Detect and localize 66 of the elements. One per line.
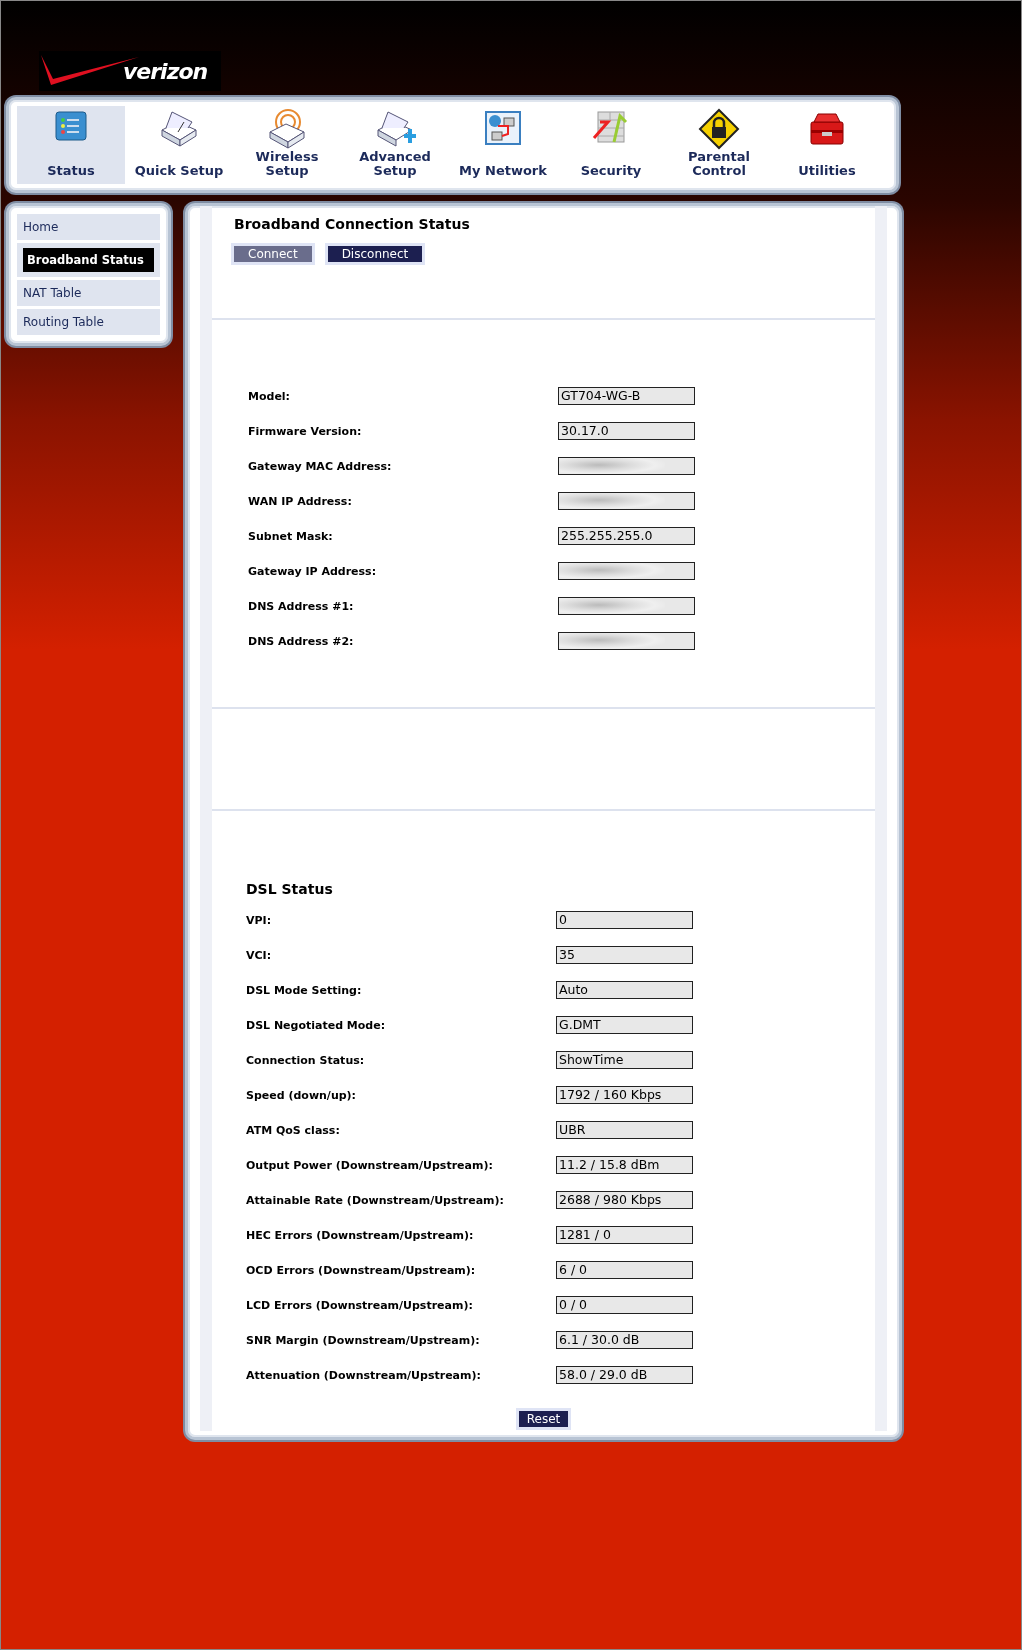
sidebar-link[interactable]: NAT Table <box>17 280 160 306</box>
field-label: Attainable Rate (Downstream/Upstream): <box>246 1193 505 1207</box>
value-field[interactable]: 0 / 0 <box>556 1296 693 1314</box>
nav-tab[interactable]: Security <box>557 106 665 184</box>
value-field[interactable]: 6.1 / 30.0 dB <box>556 1331 693 1349</box>
field-label: DSL Negotiated Mode: <box>246 1018 387 1032</box>
blurred-field[interactable] <box>558 457 695 475</box>
field-label: Gateway IP Address: <box>248 564 378 578</box>
value-field[interactable]: 6 / 0 <box>556 1261 693 1279</box>
disconnect-button[interactable]: Disconnect <box>327 246 423 262</box>
section-title: Broadband Connection Status <box>234 216 471 232</box>
value-field[interactable]: 255.255.255.0 <box>558 527 695 545</box>
field-label: Speed (down/up): <box>246 1088 358 1102</box>
blurred-field[interactable] <box>558 562 695 580</box>
value-field[interactable]: 0 <box>556 911 693 929</box>
logo-text: verizon <box>123 58 208 84</box>
blurred-field[interactable] <box>558 597 695 615</box>
value-field[interactable]: 11.2 / 15.8 dBm <box>556 1156 693 1174</box>
value-field[interactable]: 58.0 / 29.0 dB <box>556 1366 693 1384</box>
field-label: DNS Address #2: <box>248 634 355 648</box>
field-label: Model: <box>248 389 291 403</box>
reset-button[interactable]: Reset <box>518 1411 569 1427</box>
field-label: DSL Mode Setting: <box>246 983 363 997</box>
sidebar-link[interactable]: Routing Table <box>17 309 160 335</box>
field-label: Attenuation (Downstream/Upstream): <box>246 1368 482 1382</box>
nav-tab[interactable]: Status <box>17 106 125 184</box>
blurred-field[interactable] <box>558 492 695 510</box>
nav-tab[interactable]: Quick Setup <box>125 106 233 184</box>
field-label: VPI: <box>246 913 273 927</box>
router-box-icon <box>158 108 200 150</box>
field-label: SNR Margin (Downstream/Upstream): <box>246 1333 481 1347</box>
field-label: Subnet Mask: <box>248 529 334 543</box>
field-label: WAN IP Address: <box>248 494 353 508</box>
field-label: VCI: <box>246 948 273 962</box>
value-field[interactable]: 30.17.0 <box>558 422 695 440</box>
nav-tab[interactable]: Advanced Setup <box>341 106 449 184</box>
padlock-sign-icon <box>698 108 740 150</box>
nav-tab[interactable]: My Network <box>449 106 557 184</box>
nav-tab[interactable]: Parental Control <box>665 106 773 184</box>
field-label: Gateway MAC Address: <box>248 459 393 473</box>
nav-tab[interactable]: Wireless Setup <box>233 106 341 184</box>
value-field[interactable]: 1792 / 160 Kbps <box>556 1086 693 1104</box>
field-label: Output Power (Downstream/Upstream): <box>246 1158 494 1172</box>
field-label: ATM QoS class: <box>246 1123 341 1137</box>
router-plus-icon <box>374 108 416 150</box>
value-field[interactable]: Auto <box>556 981 693 999</box>
field-label: OCD Errors (Downstream/Upstream): <box>246 1263 477 1277</box>
value-field[interactable]: G.DMT <box>556 1016 693 1034</box>
wireless-router-icon <box>266 108 308 150</box>
section-title: DSL Status <box>246 881 334 897</box>
field-label: Connection Status: <box>246 1053 366 1067</box>
value-field[interactable]: 2688 / 980 Kbps <box>556 1191 693 1209</box>
field-label: HEC Errors (Downstream/Upstream): <box>246 1228 475 1242</box>
value-field[interactable]: 1281 / 0 <box>556 1226 693 1244</box>
field-label: LCD Errors (Downstream/Upstream): <box>246 1298 474 1312</box>
field-label: Firmware Version: <box>248 424 363 438</box>
sidebar-link[interactable]: Home <box>17 214 160 240</box>
value-field[interactable]: UBR <box>556 1121 693 1139</box>
field-label: DNS Address #1: <box>248 599 355 613</box>
sidebar-link[interactable]: Broadband Status <box>23 248 154 272</box>
blurred-field[interactable] <box>558 632 695 650</box>
value-field[interactable]: ShowTime <box>556 1051 693 1069</box>
connect-button[interactable]: Connect <box>234 246 312 262</box>
value-field[interactable]: GT704-WG-B <box>558 387 695 405</box>
nav-tab[interactable]: Utilities <box>773 106 881 184</box>
value-field[interactable]: 35 <box>556 946 693 964</box>
